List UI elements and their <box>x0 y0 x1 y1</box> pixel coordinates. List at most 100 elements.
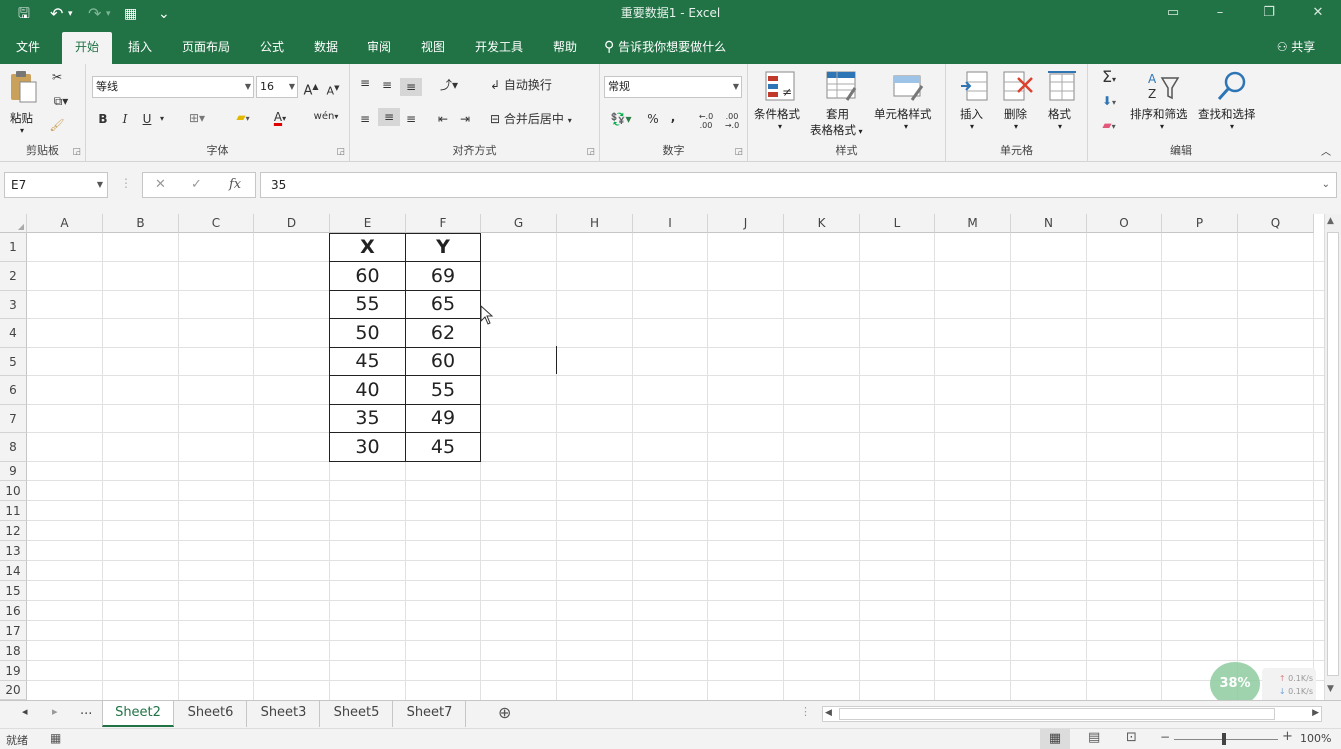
column-header-n[interactable]: N <box>1011 214 1087 233</box>
column-header-d[interactable]: D <box>254 214 330 233</box>
sheet-tab-sheet2[interactable]: Sheet2 <box>102 701 174 727</box>
sort-filter-button[interactable]: A Z 排序和筛选 ▾ <box>1130 70 1196 136</box>
cell-e4[interactable]: 50 <box>330 319 405 347</box>
row-header-6[interactable]: 6 <box>0 376 27 405</box>
cell-f8[interactable]: 45 <box>406 433 480 461</box>
column-header-o[interactable]: O <box>1087 214 1162 233</box>
zoom-level[interactable]: 100% <box>1300 732 1331 745</box>
tab-data[interactable]: 数据 <box>304 32 348 64</box>
percent-style-button[interactable]: % <box>644 110 662 128</box>
sheet-tab-sheet3[interactable]: Sheet3 <box>248 701 320 727</box>
row-header-16[interactable]: 16 <box>0 601 27 621</box>
align-right-icon[interactable]: ≡ <box>402 110 420 128</box>
tab-developer[interactable]: 开发工具 <box>466 32 532 64</box>
horizontal-scrollbar[interactable]: ◀ ▶ <box>822 706 1322 722</box>
cut-icon[interactable]: ✂ <box>48 68 66 86</box>
scroll-down-icon[interactable]: ▼ <box>1327 684 1334 694</box>
cell-e5[interactable]: 45 <box>330 348 405 375</box>
row-header-7[interactable]: 7 <box>0 405 27 433</box>
column-header-q[interactable]: Q <box>1238 214 1314 233</box>
minimize-button[interactable]: – <box>1197 2 1243 24</box>
more-sheets-button[interactable]: ... <box>80 703 92 718</box>
cell-f2[interactable]: 69 <box>406 262 480 290</box>
clear-eraser-icon[interactable]: ▰▾ <box>1094 116 1124 136</box>
zoom-slider[interactable] <box>1174 739 1278 740</box>
row-header-18[interactable]: 18 <box>0 641 27 661</box>
bottom-align-icon[interactable]: ≡ <box>400 78 422 96</box>
vertical-scrollbar[interactable]: ▲ ▼ <box>1324 214 1341 700</box>
page-break-view-icon[interactable]: ⊡ <box>1126 730 1137 745</box>
enter-entry-icon[interactable]: ✓ <box>191 177 202 192</box>
insert-function-icon[interactable]: fx <box>229 177 241 192</box>
delete-cells-button[interactable]: 删除 ▾ <box>998 70 1038 136</box>
accounting-format-icon[interactable]: 💱▾ <box>606 110 636 128</box>
select-all-corner[interactable]: ◢ <box>0 214 27 233</box>
column-header-i[interactable]: I <box>633 214 708 233</box>
column-header-f[interactable]: F <box>406 214 481 233</box>
column-header-j[interactable]: J <box>708 214 784 233</box>
scroll-left-icon[interactable]: ◀ <box>825 708 832 718</box>
font-launcher-icon[interactable]: ◲ <box>336 147 345 157</box>
format-cells-button[interactable]: 格式 ▾ <box>1042 70 1082 136</box>
name-box[interactable]: E7 ▼ <box>4 172 108 198</box>
row-header-10[interactable]: 10 <box>0 481 27 501</box>
column-header-b[interactable]: B <box>103 214 179 233</box>
row-header-1[interactable]: 1 <box>0 233 27 262</box>
cell-e1[interactable]: X <box>330 234 405 261</box>
worksheet-grid[interactable]: ◢ A B C D E F G H I J K L M N O P Q 1 2 … <box>0 214 1324 700</box>
cell-f1[interactable]: Y <box>406 234 480 261</box>
font-size-select[interactable]: 16 ▼ <box>256 76 298 98</box>
fill-icon[interactable]: ⬇▾ <box>1094 92 1124 112</box>
cell-f5[interactable]: 60 <box>406 348 480 375</box>
restore-button[interactable]: ❐ <box>1246 2 1292 24</box>
column-header-g[interactable]: G <box>481 214 557 233</box>
alignment-launcher-icon[interactable]: ◲ <box>586 147 595 157</box>
tab-formulas[interactable]: 公式 <box>252 32 292 64</box>
insert-cells-button[interactable]: 插入 ▾ <box>954 70 994 136</box>
middle-align-icon[interactable]: ≡ <box>378 76 396 94</box>
tab-review[interactable]: 审阅 <box>358 32 400 64</box>
column-header-c[interactable]: C <box>179 214 254 233</box>
autosum-icon[interactable]: Σ▾ <box>1094 68 1124 89</box>
sheet-prev-icon[interactable]: ◂ <box>22 705 28 718</box>
tab-view[interactable]: 视图 <box>412 32 454 64</box>
row-header-17[interactable]: 17 <box>0 621 27 641</box>
orientation-icon[interactable]: ⤴▾ <box>434 76 464 94</box>
phonetic-guide-button[interactable]: wén▾ <box>310 108 342 126</box>
row-header-20[interactable]: 20 <box>0 681 27 700</box>
find-select-button[interactable]: 查找和选择 ▾ <box>1198 70 1266 136</box>
column-header-a[interactable]: A <box>27 214 103 233</box>
grow-font-button[interactable]: A▲ <box>302 78 320 100</box>
number-launcher-icon[interactable]: ◲ <box>734 147 743 157</box>
merge-center-button[interactable]: ⊟ 合并后居中 ▾ <box>490 110 594 130</box>
top-align-icon[interactable]: ≡ <box>356 74 374 92</box>
tab-insert[interactable]: 插入 <box>118 32 162 64</box>
close-button[interactable]: ✕ <box>1295 2 1341 24</box>
row-header-15[interactable]: 15 <box>0 581 27 601</box>
tab-file[interactable]: 文件 <box>6 32 50 64</box>
sheet-tab-sheet5[interactable]: Sheet5 <box>321 701 393 727</box>
cell-e8[interactable]: 30 <box>330 433 405 461</box>
row-header-3[interactable]: 3 <box>0 291 27 319</box>
cell-e6[interactable]: 40 <box>330 376 405 404</box>
fill-color-icon[interactable]: ▰▾ <box>228 108 258 128</box>
tab-home[interactable]: 开始 <box>62 32 112 64</box>
cell-f7[interactable]: 49 <box>406 405 480 432</box>
sheet-tab-sheet6[interactable]: Sheet6 <box>175 701 247 727</box>
conditional-formatting-button[interactable]: ≠ 条件格式 ▾ <box>752 70 808 136</box>
ribbon-display-options-button[interactable]: ▭ <box>1150 2 1196 24</box>
cell-e3[interactable]: 55 <box>330 291 405 318</box>
cell-e7[interactable]: 35 <box>330 405 405 432</box>
cell-f3[interactable]: 65 <box>406 291 480 318</box>
row-header-5[interactable]: 5 <box>0 348 27 376</box>
row-header-12[interactable]: 12 <box>0 521 27 541</box>
bold-button[interactable]: B <box>94 110 112 128</box>
macro-record-icon[interactable]: ▦ <box>50 731 61 745</box>
font-color-button[interactable]: A▾ <box>264 108 296 128</box>
row-header-2[interactable]: 2 <box>0 262 27 291</box>
column-header-k[interactable]: K <box>784 214 860 233</box>
zoom-in-icon[interactable]: + <box>1282 729 1293 744</box>
align-left-icon[interactable]: ≡ <box>356 110 374 128</box>
tab-page-layout[interactable]: 页面布局 <box>172 32 240 64</box>
formula-input[interactable]: 35 ⌄ <box>260 172 1337 198</box>
